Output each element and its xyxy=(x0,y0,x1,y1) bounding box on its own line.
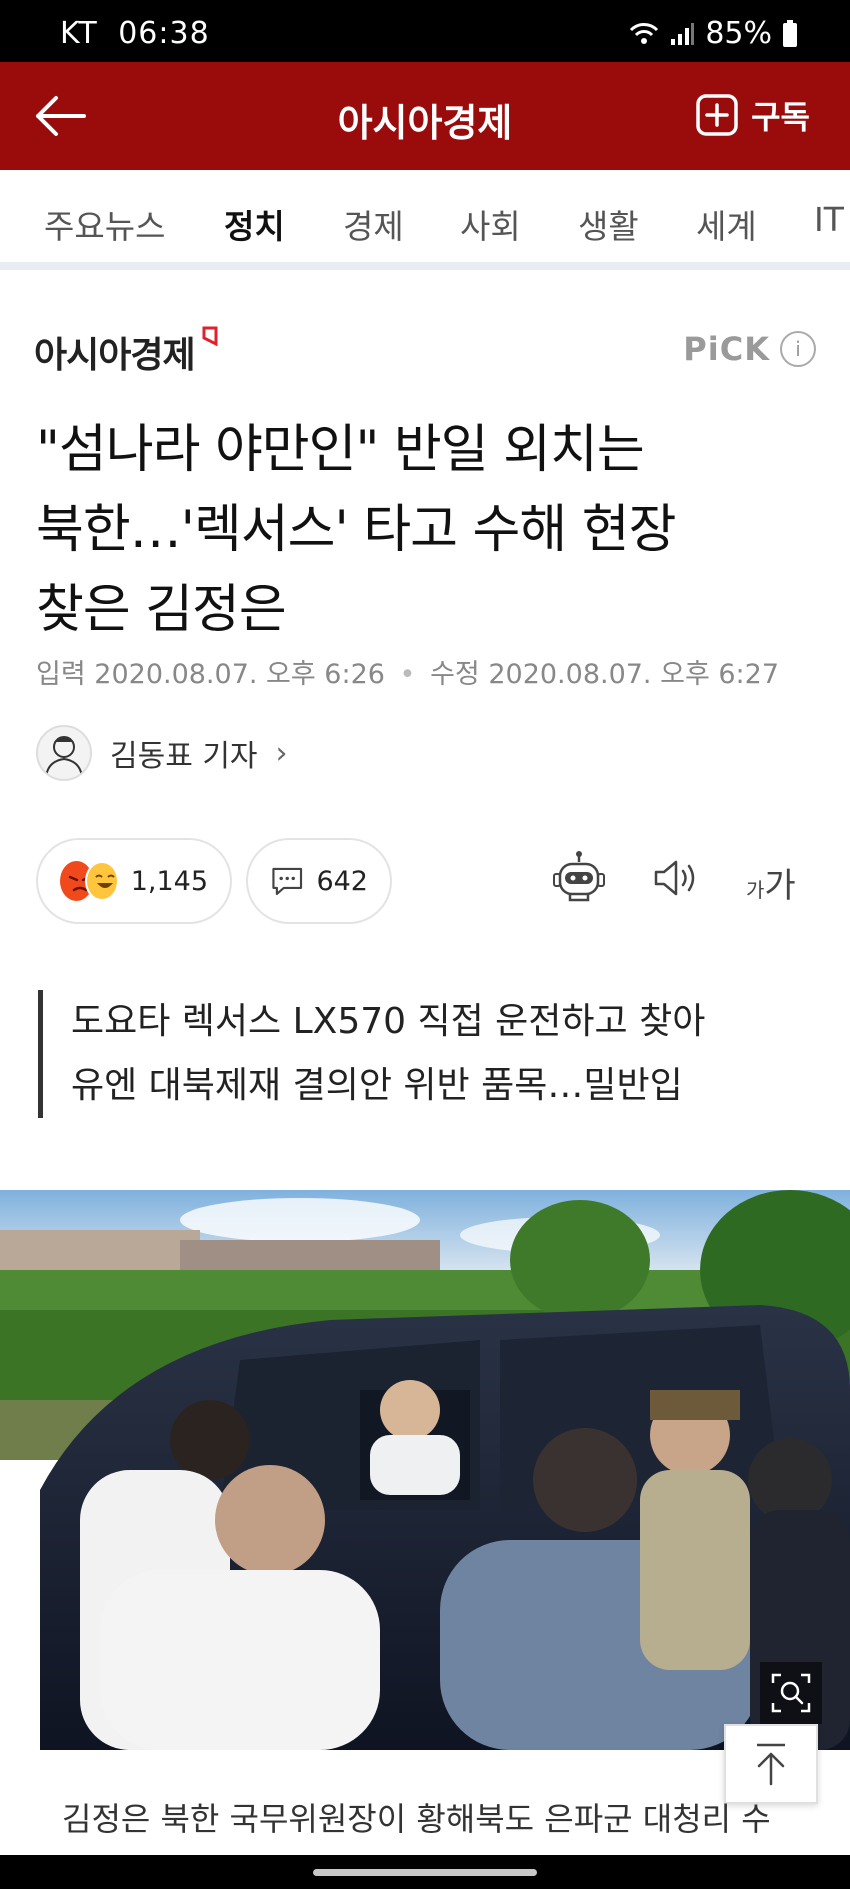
status-bar: KT 06:38 85% xyxy=(0,0,850,62)
speaker-icon xyxy=(654,860,695,896)
speaker-button[interactable] xyxy=(652,858,700,902)
clock: 06:38 xyxy=(118,16,210,51)
subscribe-label: 구독 xyxy=(751,98,810,136)
category-tabs: 주요뉴스 정치 경제 사회 생활 세계 IT xyxy=(0,170,850,270)
tab-main-news[interactable]: 주요뉴스 xyxy=(44,200,165,248)
wifi-icon xyxy=(630,22,659,44)
article-meta: 입력 2020.08.07. 오후 6:26 • 수정 2020.08.07. … xyxy=(36,652,779,691)
photo-scene xyxy=(0,1190,850,1750)
tab-society[interactable]: 사회 xyxy=(460,200,521,248)
carrier-label: KT xyxy=(60,16,98,51)
system-nav-bar xyxy=(0,1855,850,1889)
author-name: 김동표 기자 xyxy=(110,739,258,774)
battery-percent: 85% xyxy=(705,16,772,51)
tts-robot-button[interactable] xyxy=(552,850,606,910)
article-photo[interactable] xyxy=(0,1190,850,1750)
info-icon[interactable]: i xyxy=(780,331,816,367)
font-size-button[interactable]: 가 가 xyxy=(746,858,796,907)
publisher-logo[interactable]: 아시아경제 xyxy=(34,326,219,378)
status-right: 85% xyxy=(629,16,798,51)
arrow-up-icon xyxy=(757,1743,785,1786)
body-line-1: 김정은 북한 국무위원장이 황해북도 은파군 대청리 수 xyxy=(62,1800,771,1838)
app-bar: 아시아경제 구독 xyxy=(0,62,850,170)
headline-line-2: 북한…'렉서스' 타고 수해 현장 xyxy=(36,500,676,560)
laughing-emoji-icon xyxy=(85,861,119,901)
speech-bubble-icon xyxy=(272,867,303,895)
battery-icon xyxy=(783,19,797,47)
publisher-name: 아시아경제 xyxy=(34,335,196,376)
input-label: 입력 xyxy=(36,659,86,690)
tab-economy[interactable]: 경제 xyxy=(343,200,404,248)
author-avatar xyxy=(36,725,92,781)
status-left: KT 06:38 xyxy=(60,16,210,51)
signal-icon xyxy=(671,22,695,45)
pick-label: PiCK xyxy=(683,330,770,368)
tab-politics[interactable]: 정치 xyxy=(224,200,285,248)
avatar-sketch-icon xyxy=(45,736,83,778)
chevron-right-icon: › xyxy=(275,735,288,771)
subscribe-button[interactable]: 구독 xyxy=(695,92,810,138)
edit-label: 수정 xyxy=(430,659,480,690)
article-summary: 도요타 렉서스 LX570 직접 운전하고 찾아 유엔 대북제재 결의안 위반 … xyxy=(38,990,828,1118)
headline-line-1: "섬나라 야만인" 반일 외치는 xyxy=(36,420,645,480)
reaction-button[interactable]: 1,145 xyxy=(36,838,232,924)
tab-life[interactable]: 생활 xyxy=(578,200,639,248)
summary-line-2: 유엔 대북제재 결의안 위반 품목…밀반입 xyxy=(71,1065,683,1106)
author-link[interactable]: 김동표 기자 › xyxy=(36,725,288,781)
headline: "섬나라 야만인" 반일 외치는 북한…'렉서스' 타고 수해 현장 찾은 김정… xyxy=(36,410,826,650)
summary-line-1: 도요타 렉서스 LX570 직접 운전하고 찾아 xyxy=(71,1001,706,1042)
headline-line-3: 찾은 김정은 xyxy=(36,580,287,640)
comment-count: 642 xyxy=(316,865,368,897)
comment-button[interactable]: 642 xyxy=(246,838,392,924)
reaction-count: 1,145 xyxy=(130,865,208,897)
tab-world[interactable]: 세계 xyxy=(696,200,757,248)
publisher-mark-icon xyxy=(202,326,218,347)
home-handle[interactable] xyxy=(313,1869,537,1876)
font-small-label: 가 xyxy=(746,878,765,902)
zoom-icon xyxy=(771,1673,811,1713)
plus-square-icon xyxy=(696,94,738,136)
edit-date: 2020.08.07. 오후 6:27 xyxy=(488,659,779,690)
zoom-button[interactable] xyxy=(760,1662,822,1724)
robot-icon xyxy=(553,851,605,902)
active-tab-indicator xyxy=(210,265,298,269)
tab-it[interactable]: IT xyxy=(814,200,844,239)
input-date: 2020.08.07. 오후 6:26 xyxy=(94,659,385,690)
pick-badge: PiCK i xyxy=(683,330,816,368)
meta-separator: • xyxy=(399,659,416,690)
font-big-label: 가 xyxy=(764,866,796,906)
